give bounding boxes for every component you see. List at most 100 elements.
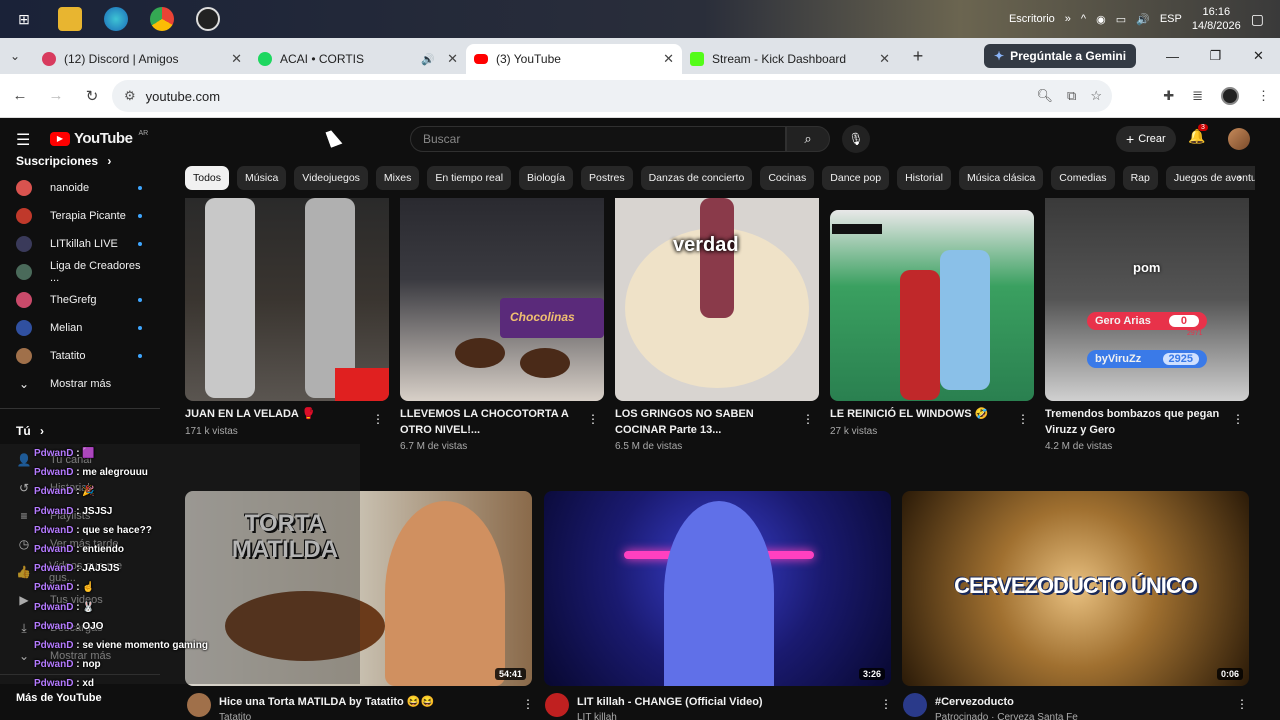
- subscriptions-heading[interactable]: Suscripciones ›: [16, 154, 111, 168]
- tab-discord[interactable]: (12) Discord | Amigos ✕: [34, 44, 250, 74]
- close-icon[interactable]: ✕: [447, 51, 458, 67]
- video-thumbnail[interactable]: CERVEZODUCTO ÚNICO 0:06: [902, 491, 1249, 686]
- video-title[interactable]: LLEVEMOS LA CHOCOTORTA A OTRO NIVEL!...: [400, 406, 580, 438]
- channel-avatar[interactable]: [187, 693, 211, 717]
- video-title[interactable]: #Cervezoducto: [935, 694, 1225, 710]
- bookmark-star-icon[interactable]: ☆: [1090, 88, 1102, 104]
- minimize-button[interactable]: —: [1151, 38, 1194, 74]
- new-tab-button[interactable]: +: [904, 42, 932, 70]
- chrome-menu-icon[interactable]: ⋮: [1257, 88, 1270, 104]
- sidebar-show-more[interactable]: ⌄ Mostrar más: [16, 370, 144, 398]
- extensions-icon[interactable]: ✚: [1163, 88, 1174, 104]
- address-bar[interactable]: ⚙ youtube.com 🔍︎ ⧉ ☆: [112, 80, 1112, 112]
- more-options-icon[interactable]: ⋮: [372, 412, 384, 426]
- chrome-icon[interactable]: [150, 7, 174, 31]
- windows-start-icon[interactable]: ⊞: [12, 7, 36, 31]
- chip[interactable]: Historial: [897, 166, 951, 190]
- youtube-logo[interactable]: ▶ YouTube AR: [50, 130, 148, 147]
- chip[interactable]: Dance pop: [822, 166, 890, 190]
- edge-icon[interactable]: [104, 7, 128, 31]
- close-icon[interactable]: ✕: [879, 51, 890, 67]
- language-indicator[interactable]: ESP: [1160, 13, 1182, 25]
- search-input[interactable]: Buscar: [410, 126, 786, 152]
- close-window-button[interactable]: ✕: [1237, 38, 1280, 74]
- more-options-icon[interactable]: ⋮: [802, 412, 814, 426]
- chip[interactable]: Postres: [580, 166, 633, 190]
- tab-youtube[interactable]: (3) YouTube ✕: [466, 44, 682, 74]
- search-button[interactable]: ⌕: [786, 126, 830, 152]
- sidebar-item-subscription[interactable]: LITkillah LIVE: [16, 230, 144, 258]
- obs-icon[interactable]: [196, 7, 220, 31]
- sidebar-item-subscription[interactable]: TheGrefg: [16, 286, 144, 314]
- restore-button[interactable]: ❐: [1194, 38, 1237, 74]
- video-thumbnail[interactable]: pom Gero Arias 0 2971 byViruZz 2925: [1045, 198, 1249, 401]
- clock[interactable]: 16:16 14/8/2026: [1192, 5, 1241, 33]
- speaker-icon[interactable]: 🔊: [421, 53, 435, 66]
- more-options-icon[interactable]: ⋮: [1236, 697, 1248, 711]
- voice-search-button[interactable]: 🎙: [842, 125, 870, 153]
- channel-name[interactable]: LIT killah: [577, 712, 617, 720]
- chip[interactable]: Mixes: [375, 166, 420, 190]
- chip[interactable]: Música clásica: [959, 166, 1044, 190]
- install-app-icon[interactable]: ⧉: [1067, 88, 1076, 104]
- video-thumbnail[interactable]: [185, 198, 389, 401]
- chip[interactable]: En tiempo real: [427, 166, 512, 190]
- chip-todos[interactable]: Todos: [185, 166, 230, 190]
- network-icon[interactable]: ▭: [1116, 13, 1126, 26]
- reload-button[interactable]: ↻: [76, 80, 108, 112]
- more-options-icon[interactable]: ⋮: [880, 697, 892, 711]
- channel-avatar[interactable]: [903, 693, 927, 717]
- more-options-icon[interactable]: ⋮: [587, 412, 599, 426]
- profile-avatar[interactable]: [1221, 87, 1239, 105]
- site-info-icon[interactable]: ⚙: [124, 88, 136, 104]
- channel-avatar[interactable]: [545, 693, 569, 717]
- sidebar-item-subscription[interactable]: Tatatito: [16, 342, 144, 370]
- chip[interactable]: Música: [237, 166, 287, 190]
- more-options-icon[interactable]: ⋮: [1232, 412, 1244, 426]
- create-button[interactable]: + Crear: [1116, 126, 1176, 152]
- tray-expand-icon[interactable]: ^: [1081, 13, 1086, 25]
- media-controls-icon[interactable]: ≣: [1192, 88, 1203, 104]
- notifications-icon[interactable]: ▢: [1251, 11, 1264, 28]
- gemini-button[interactable]: ✦ Pregúntale a Gemini: [984, 44, 1137, 68]
- chip[interactable]: Videojuegos: [294, 166, 368, 190]
- sidebar-item-subscription[interactable]: nanoide: [16, 174, 144, 202]
- discord-tray-icon[interactable]: ◉: [1096, 13, 1106, 26]
- notifications-button[interactable]: 🔔 3: [1188, 124, 1208, 145]
- forward-button[interactable]: →: [40, 80, 72, 112]
- video-thumbnail[interactable]: verdad: [615, 198, 819, 401]
- chip[interactable]: Cocinas: [760, 166, 815, 190]
- back-button[interactable]: ←: [4, 80, 36, 112]
- video-title[interactable]: Hice una Torta MATILDA by Tatatito 😆😆: [219, 694, 509, 710]
- channel-name[interactable]: Tatatito: [219, 712, 251, 720]
- video-thumbnail[interactable]: [830, 210, 1034, 401]
- tab-search-icon[interactable]: ⌄: [0, 42, 30, 70]
- menu-icon[interactable]: ☰: [16, 130, 30, 150]
- more-options-icon[interactable]: ⋮: [522, 697, 534, 711]
- zoom-icon[interactable]: 🔍︎: [1037, 88, 1054, 104]
- chip[interactable]: Comedias: [1051, 166, 1115, 190]
- close-icon[interactable]: ✕: [663, 51, 674, 67]
- video-thumbnail[interactable]: Chocolinas: [400, 198, 604, 401]
- chip[interactable]: Biología: [519, 166, 573, 190]
- sidebar-item-subscription[interactable]: Terapia Picante: [16, 202, 144, 230]
- video-title[interactable]: LIT killah - CHANGE (Official Video): [577, 694, 867, 710]
- video-title[interactable]: JUAN EN LA VELADA 🥊: [185, 406, 365, 422]
- video-title[interactable]: LOS GRINGOS NO SABEN COCINAR Parte 13...: [615, 406, 795, 438]
- volume-icon[interactable]: 🔊: [1136, 13, 1150, 26]
- desktop-label[interactable]: Escritorio: [1009, 13, 1055, 25]
- close-icon[interactable]: ✕: [231, 51, 242, 67]
- video-thumbnail[interactable]: 3:26: [544, 491, 891, 686]
- sidebar-item-subscription[interactable]: Liga de Creadores ...: [16, 258, 144, 286]
- chevron-right-icon[interactable]: ›: [1238, 170, 1242, 185]
- chevron-down-icon[interactable]: »: [1065, 13, 1071, 25]
- channel-name[interactable]: Patrocinado · Cerveza Santa Fe: [935, 712, 1078, 720]
- video-title[interactable]: Tremendos bombazos que pegan Viruzz y Ge…: [1045, 406, 1225, 438]
- tab-kick[interactable]: Stream - Kick Dashboard ✕: [682, 44, 898, 74]
- tab-spotify[interactable]: ACAI • CORTIS 🔊 ✕: [250, 44, 466, 74]
- file-explorer-icon[interactable]: [58, 7, 82, 31]
- video-title[interactable]: LE REINICIÓ EL WINDOWS 🤣: [830, 406, 1010, 422]
- account-avatar[interactable]: [1228, 128, 1250, 150]
- chip[interactable]: Rap: [1122, 166, 1158, 190]
- chip[interactable]: Danzas de concierto: [640, 166, 753, 190]
